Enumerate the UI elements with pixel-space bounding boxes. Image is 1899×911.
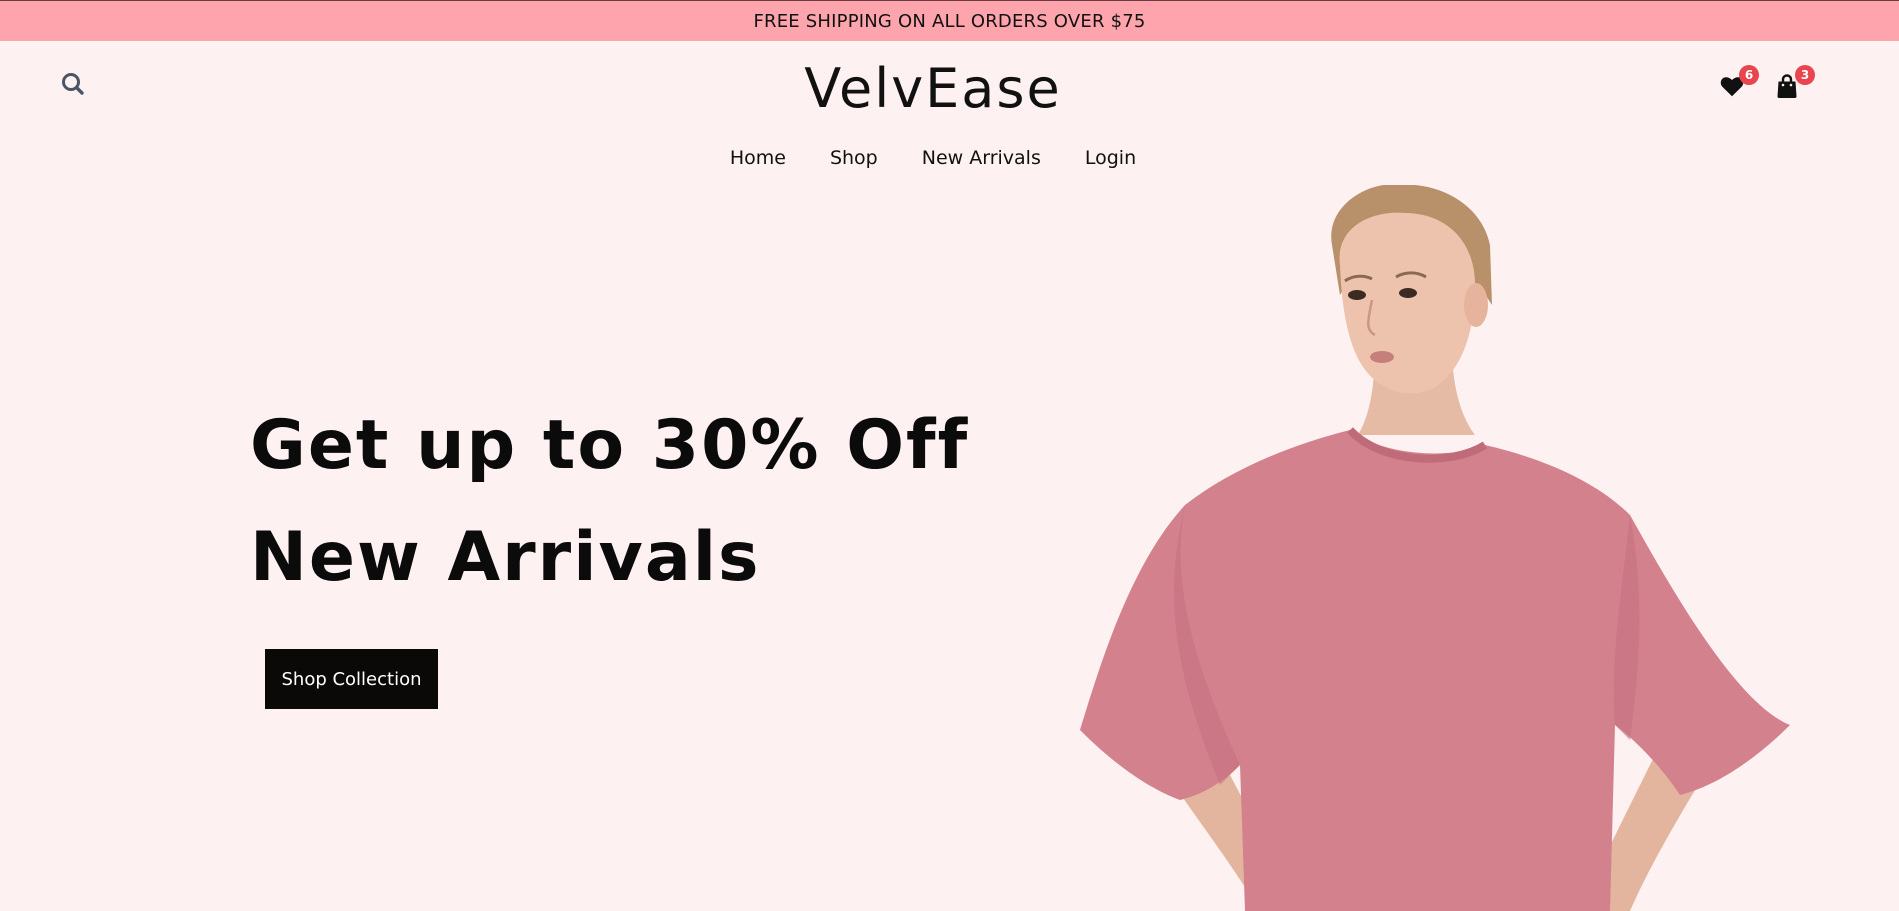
- announcement-text: FREE SHIPPING ON ALL ORDERS OVER $75: [753, 10, 1146, 32]
- hero-headline-line-1: Get up to 30% Off: [250, 406, 970, 485]
- cart-count-badge: 3: [1795, 65, 1815, 85]
- nav-item-login[interactable]: Login: [1085, 147, 1136, 169]
- site-header: VelvEase 6 3 Home Shop New Arrivals Logi…: [0, 41, 1899, 171]
- announcement-bar: FREE SHIPPING ON ALL ORDERS OVER $75: [0, 0, 1899, 41]
- nav-item-new-arrivals[interactable]: New Arrivals: [922, 147, 1041, 169]
- shop-collection-button[interactable]: Shop Collection: [265, 649, 438, 709]
- wishlist-count-badge: 6: [1739, 65, 1759, 85]
- cart-button[interactable]: 3: [1775, 65, 1815, 107]
- wishlist-button[interactable]: 6: [1719, 65, 1759, 107]
- hero-headline-line-2: New Arrivals: [250, 518, 761, 597]
- main-nav: Home Shop New Arrivals Login: [0, 147, 1866, 169]
- hero-headline: Get up to 30% Off New Arrivals: [250, 390, 969, 614]
- nav-item-shop[interactable]: Shop: [830, 147, 878, 169]
- hero-model-image: [1080, 185, 1790, 911]
- header-actions: 6 3: [1699, 41, 1899, 131]
- brand-logo[interactable]: VelvEase: [0, 57, 1866, 120]
- nav-item-home[interactable]: Home: [730, 147, 786, 169]
